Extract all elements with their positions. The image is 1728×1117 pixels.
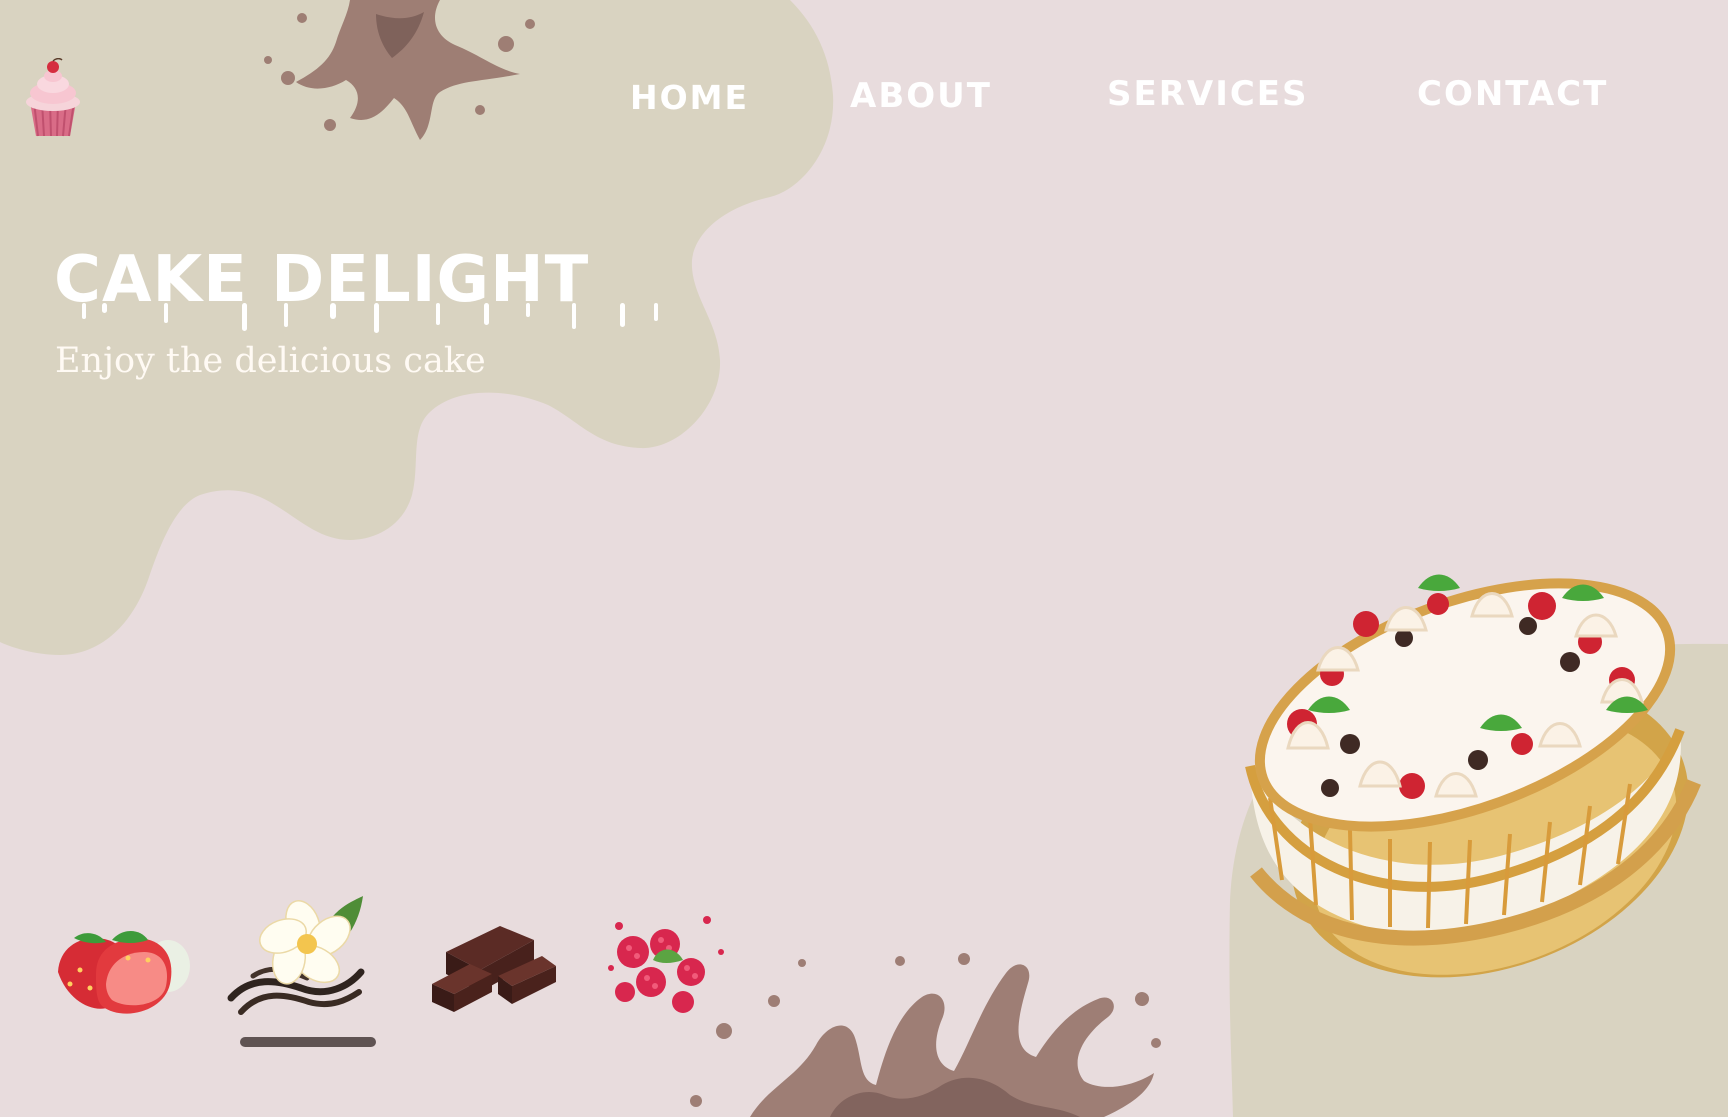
nav-home-link[interactable]: HOME xyxy=(630,78,749,117)
nav-services-link[interactable]: SERVICES xyxy=(1107,74,1309,114)
active-flavor-indicator xyxy=(240,1037,376,1047)
chocolate-splash-icon xyxy=(690,953,1161,1117)
landing-page: HOME ABOUT SERVICES CONTACT CAKE DELIGHT… xyxy=(0,0,1728,1117)
raspberry-icon xyxy=(608,916,724,1013)
flavor-raspberry[interactable] xyxy=(595,880,740,1030)
flavor-chocolate[interactable] xyxy=(420,880,565,1030)
hero-subtitle: Enjoy the delicious cake xyxy=(55,341,486,381)
cupcake-icon[interactable] xyxy=(20,58,86,140)
drip-decoration xyxy=(82,303,658,333)
chocolate-icon xyxy=(432,926,556,1012)
flavor-selector xyxy=(50,880,730,1060)
nav-contact-link[interactable]: CONTACT xyxy=(1417,74,1608,114)
flavor-strawberry[interactable] xyxy=(50,880,195,1030)
strawberry-icon xyxy=(58,931,190,1014)
chocolate-splash-icon xyxy=(264,0,535,140)
vanilla-icon xyxy=(227,896,365,1015)
main-navigation: HOME ABOUT SERVICES CONTACT xyxy=(630,74,1630,124)
nav-about-link[interactable]: ABOUT xyxy=(850,76,992,116)
flavor-vanilla[interactable] xyxy=(223,880,368,1030)
fruit-cake-icon xyxy=(1245,574,1701,978)
